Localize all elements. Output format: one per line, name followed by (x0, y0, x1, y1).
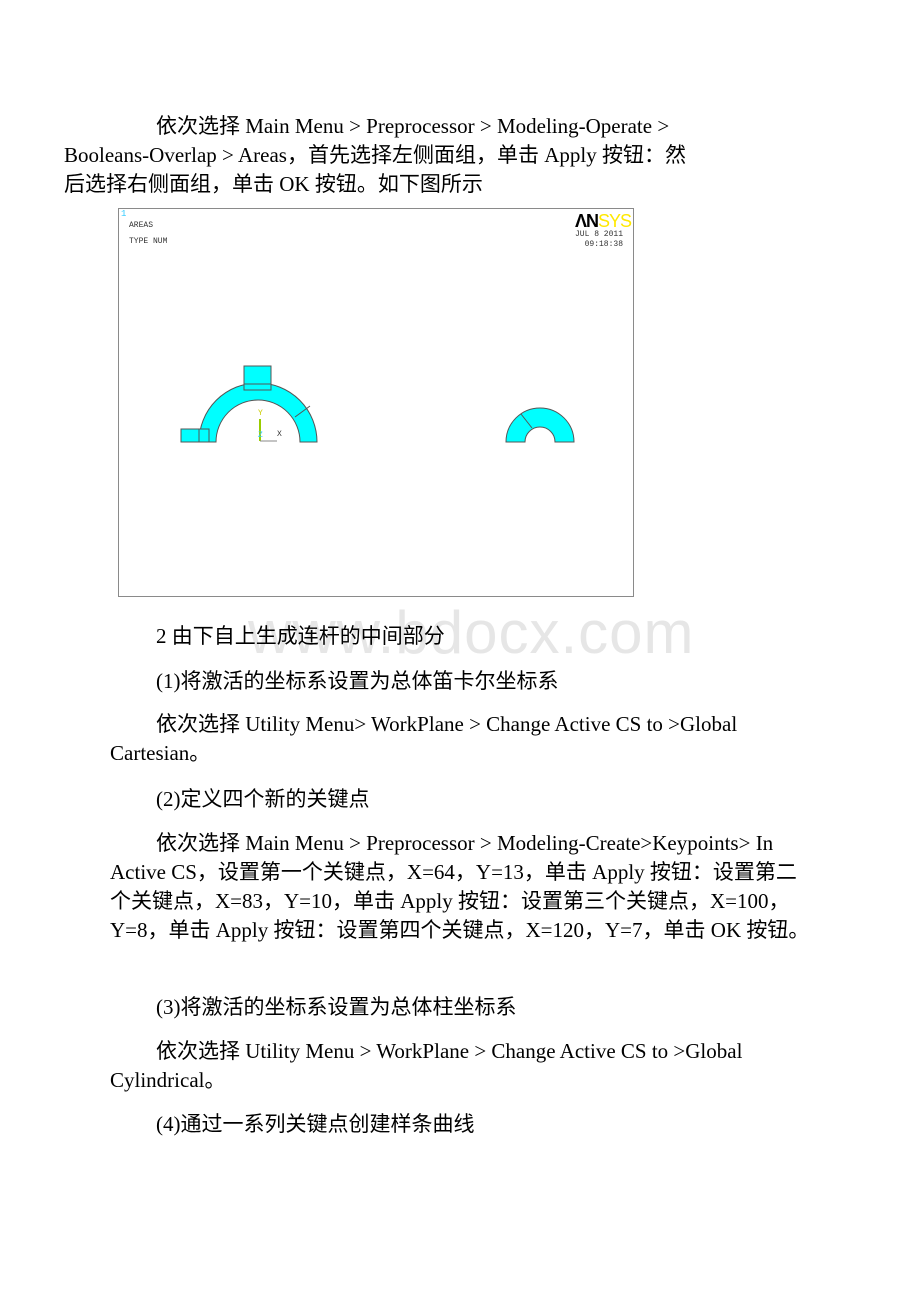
axis-z-label: Z (258, 431, 263, 440)
right-arch-area (505, 407, 575, 443)
intro-line-3: 后选择右侧面组，单击 OK 按钮。如下图所示 (64, 172, 483, 196)
step-2-title: (2)定义四个新的关键点 (156, 787, 370, 811)
intro-paragraph: 依次选择 Main Menu > Preprocessor > Modeling… (64, 112, 810, 199)
step-1-body: 依次选择 Utility Menu> WorkPlane > Change Ac… (110, 712, 738, 765)
left-area-group (180, 365, 318, 443)
right-area-group (505, 407, 575, 443)
axis-y-label: Y (258, 409, 263, 418)
areas-plot (180, 365, 575, 443)
step-2-body: 依次选择 Main Menu > Preprocessor > Modeling… (110, 831, 810, 942)
step-3-body: 依次选择 Utility Menu > WorkPlane > Change A… (110, 1039, 743, 1092)
ansys-areas-figure: 1 AREAS TYPE NUM ΛNSYS JUL 8 2011 09:18:… (118, 208, 634, 597)
axis-x-label: X (277, 430, 282, 439)
left-block-area (180, 428, 210, 443)
step-3-title: (3)将激活的坐标系设置为总体柱坐标系 (156, 995, 517, 1019)
intro-line-2: Booleans-Overlap > Areas，首先选择左侧面组，单击 App… (64, 143, 686, 167)
top-block-area (243, 365, 272, 391)
section-2-heading: 2 由下自上生成连杆的中间部分 (156, 624, 445, 648)
intro-line-1: 依次选择 Main Menu > Preprocessor > Modeling… (156, 114, 670, 138)
step-4-title: (4)通过一系列关键点创建样条曲线 (156, 1112, 475, 1136)
step-1-title: (1)将激活的坐标系设置为总体笛卡尔坐标系 (156, 669, 559, 693)
